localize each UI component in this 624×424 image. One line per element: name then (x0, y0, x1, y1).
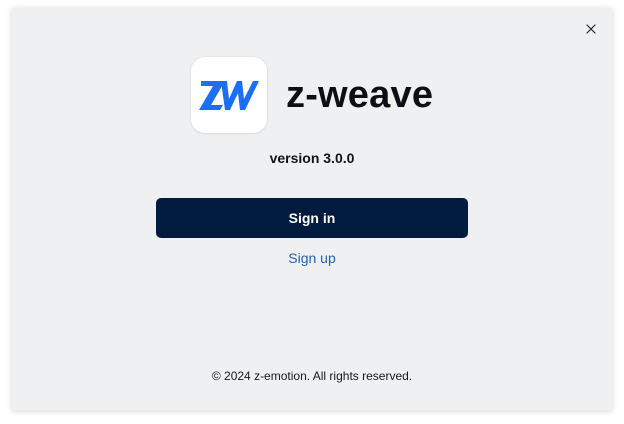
close-button[interactable] (582, 20, 600, 38)
app-logo (191, 57, 267, 133)
sign-up-link[interactable]: Sign up (288, 250, 335, 266)
sign-in-button[interactable]: Sign in (156, 198, 468, 238)
app-name: z-weave (286, 74, 434, 116)
copyright-text: © 2024 z-emotion. All rights reserved. (211, 369, 413, 383)
zw-logo-icon (199, 81, 259, 110)
close-icon (586, 24, 596, 34)
sign-up-link-row: Sign up (12, 249, 612, 267)
version-label: version 3.0.0 (269, 150, 355, 166)
login-dialog: z-weave version 3.0.0 Sign in Sign up © … (12, 8, 612, 410)
